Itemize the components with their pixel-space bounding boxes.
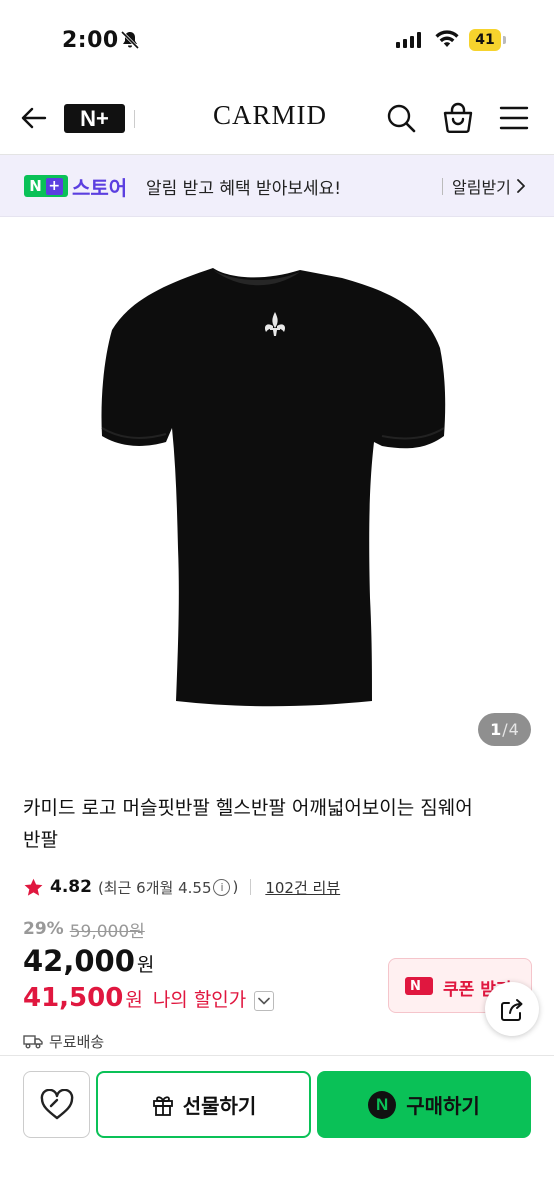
naver-plus-logo[interactable]: N+ — [64, 104, 125, 133]
bell-muted-icon — [120, 30, 140, 50]
product-title: 카미드 로고 머슬핏반팔 헬스반팔 어깨넓어보이는 짐웨어반팔 — [23, 797, 473, 851]
battery-icon: 41 — [469, 29, 506, 51]
menu-icon[interactable] — [499, 105, 529, 131]
my-price-unit: 원 — [125, 989, 143, 1011]
search-icon[interactable] — [386, 103, 416, 133]
heart-icon — [40, 1088, 73, 1119]
gallery-current-page: 1 — [490, 720, 502, 739]
store-logo-n: N — [29, 177, 42, 195]
brand-title[interactable]: CARMID — [185, 100, 355, 131]
naver-pay-icon: N — [368, 1090, 397, 1119]
chevron-down-icon[interactable] — [254, 991, 275, 1011]
naver-store-logo: N + — [24, 175, 68, 197]
gift-button[interactable]: 선물하기 — [96, 1071, 311, 1138]
gift-label: 선물하기 — [182, 1094, 257, 1118]
banner-divider — [442, 178, 443, 195]
share-button[interactable] — [485, 982, 539, 1036]
coupon-badge: N — [405, 977, 433, 995]
review-count-link[interactable]: 102건 리뷰 — [265, 877, 340, 898]
my-price-value: 41,500 — [23, 983, 124, 1013]
naver-plus-logo-text: N+ — [80, 105, 109, 131]
store-name: 스토어 — [72, 176, 128, 200]
star-icon — [24, 878, 43, 896]
recent-rating: (최근 6개월 4.55 — [97, 878, 212, 897]
sale-price-unit: 원 — [136, 954, 155, 976]
cellular-signal-icon — [396, 32, 421, 48]
recent-rating-close: ) — [232, 878, 239, 896]
sale-price: 42,000 원 — [23, 944, 154, 982]
status-time: 2:00 — [62, 28, 119, 53]
back-icon[interactable] — [20, 104, 48, 132]
my-discount-price[interactable]: 41,500 원 나의 할인가 — [23, 983, 275, 1019]
bag-icon[interactable] — [442, 102, 474, 134]
original-price: 59,000원 — [69, 921, 145, 942]
gallery-total-pages: 4 — [508, 720, 519, 739]
buy-label: 구매하기 — [406, 1094, 480, 1118]
shipping-label: 무료배송 — [49, 1032, 105, 1051]
gallery-separator: / — [502, 720, 508, 739]
store-banner-message: 알림 받고 혜택 받아보세요! — [146, 179, 342, 199]
wifi-icon — [435, 30, 459, 47]
product-tshirt-image — [101, 268, 446, 707]
gift-icon — [152, 1095, 173, 1116]
chevron-right-icon — [516, 179, 525, 193]
truck-icon — [23, 1035, 43, 1049]
my-price-label: 나의 할인가 — [152, 989, 247, 1011]
buy-button[interactable]: N 구매하기 — [317, 1071, 531, 1138]
sale-price-value: 42,000 — [23, 944, 135, 978]
gallery-page-indicator: 1 / 4 — [478, 713, 531, 746]
alarm-subscribe-button[interactable]: 알림받기 — [452, 172, 527, 200]
store-alarm-banner: N + 스토어 알림 받고 혜택 받아보세요! 알림받기 — [0, 155, 554, 217]
rating-row: 4.82 (최근 6개월 4.55 i ) 102건 리뷰 — [23, 874, 340, 900]
bottom-action-bar: 선물하기 N 구매하기 — [0, 1055, 554, 1200]
alarm-subscribe-label: 알림받기 — [452, 178, 511, 197]
status-bar: 2:00 41 — [0, 0, 554, 80]
shipping-info: 무료배송 — [23, 1030, 104, 1052]
app-header: N+ CARMID — [0, 80, 554, 155]
discount-rate: 29% — [23, 919, 64, 939]
discount-row: 29% 59,000원 — [23, 917, 145, 942]
wishlist-button[interactable] — [23, 1071, 90, 1138]
share-icon — [501, 999, 523, 1021]
store-logo-plus: + — [45, 177, 63, 195]
rating-score: 4.82 — [50, 877, 92, 897]
header-divider — [134, 110, 135, 128]
product-image-gallery[interactable] — [0, 218, 554, 765]
battery-level: 41 — [469, 29, 501, 51]
rating-divider — [250, 879, 252, 895]
info-icon[interactable]: i — [213, 878, 231, 896]
